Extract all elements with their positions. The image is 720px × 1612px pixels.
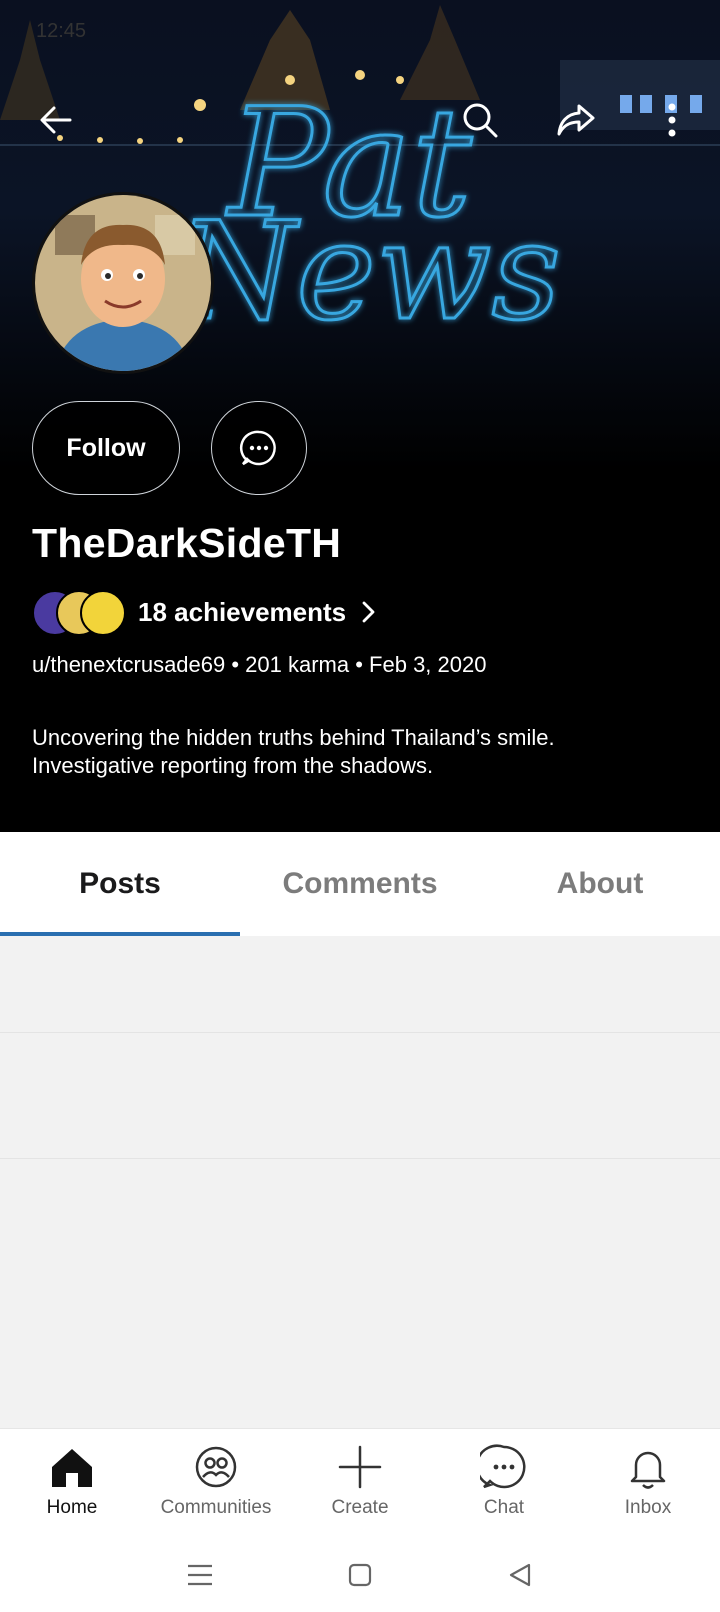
nav-inbox[interactable]: Inbox — [576, 1429, 720, 1539]
plus-icon — [338, 1445, 382, 1489]
search-button[interactable] — [456, 96, 504, 144]
system-navigation-bar — [0, 1538, 720, 1612]
nav-home[interactable]: Home — [0, 1429, 144, 1539]
more-options-button[interactable] — [648, 96, 696, 144]
share-button[interactable] — [552, 96, 600, 144]
profile-bio: Uncovering the hidden truths behind Thai… — [32, 724, 555, 780]
communities-icon — [195, 1446, 237, 1488]
avatar[interactable] — [32, 192, 214, 374]
achievements-link[interactable]: 18 achievements — [32, 588, 380, 636]
chat-icon — [480, 1444, 526, 1489]
home-icon — [52, 1449, 92, 1487]
nav-label: Home — [46, 1497, 98, 1518]
chat-bubble-icon — [239, 430, 276, 466]
more-vertical-icon — [668, 103, 676, 137]
follow-button[interactable]: Follow — [32, 401, 180, 495]
home-square-icon[interactable] — [345, 1560, 375, 1590]
nav-label: Chat — [483, 1497, 525, 1518]
nav-chat[interactable]: Chat — [432, 1429, 576, 1539]
recents-icon[interactable] — [185, 1560, 215, 1590]
achievements-label: 18 achievements — [138, 596, 347, 627]
nav-create[interactable]: Create — [288, 1429, 432, 1539]
bottom-navigation: Home Communities Create Chat Inbox — [0, 1428, 720, 1539]
profile-display-name: TheDarkSideTH — [32, 520, 342, 566]
profile-header: Pat News 12:45 Follow TheDarkSideTH 18 a… — [0, 0, 720, 832]
share-icon — [557, 104, 595, 136]
search-icon — [463, 103, 498, 138]
nav-label: Communities — [160, 1497, 272, 1518]
nav-label: Create — [331, 1497, 389, 1518]
achievement-badge — [80, 590, 126, 636]
start-chat-button[interactable] — [211, 401, 307, 495]
nav-communities[interactable]: Communities — [144, 1429, 288, 1539]
achievement-badges — [32, 588, 128, 636]
tab-posts[interactable]: Posts — [0, 832, 240, 936]
bell-icon — [630, 1451, 666, 1489]
back-button[interactable] — [32, 96, 80, 144]
avatar-image — [35, 195, 211, 371]
nav-label: Inbox — [624, 1497, 672, 1518]
feed-divider — [0, 1158, 720, 1159]
status-time: 12:45 — [36, 20, 87, 42]
feed-divider — [0, 1032, 720, 1033]
bio-line: Investigative reporting from the shadows… — [32, 753, 434, 778]
banner-neon-text-2: News — [175, 193, 561, 350]
back-triangle-icon[interactable] — [505, 1560, 535, 1590]
tab-comments[interactable]: Comments — [240, 832, 480, 936]
profile-meta: u/thenextcrusade69 • 201 karma • Feb 3, … — [32, 652, 487, 677]
chevron-right-icon — [362, 601, 375, 623]
profile-tabs: Posts Comments About — [0, 832, 720, 936]
bio-line: Uncovering the hidden truths behind Thai… — [32, 725, 555, 750]
arrow-left-icon — [40, 106, 72, 134]
tab-about[interactable]: About — [480, 832, 720, 936]
